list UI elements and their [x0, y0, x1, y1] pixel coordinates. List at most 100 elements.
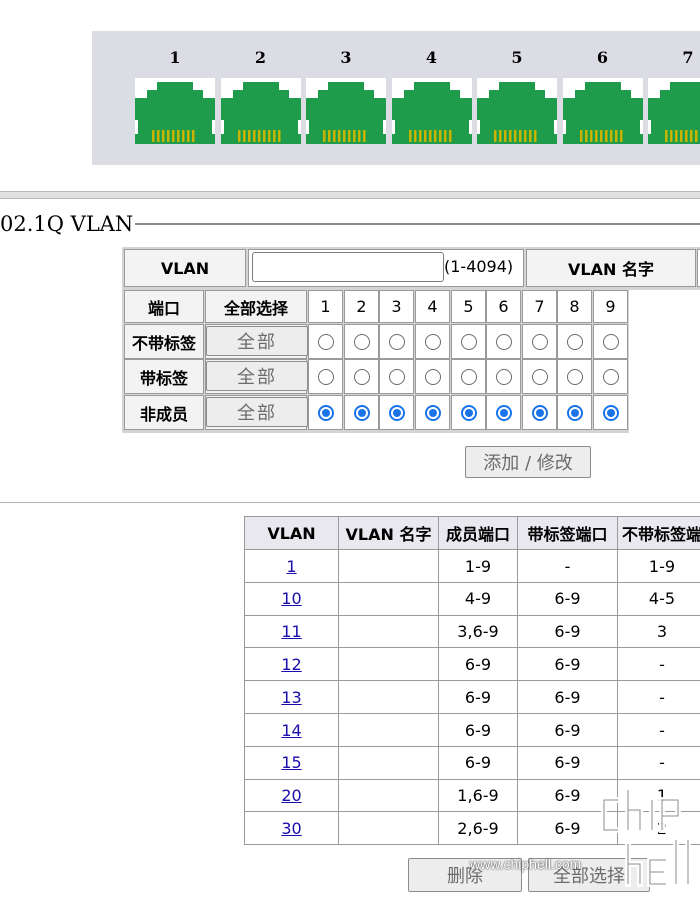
vlan-list-column-header: VLAN	[244, 516, 339, 550]
vlan-id-link[interactable]: 10	[281, 589, 301, 608]
vlan-members-value: 6-9	[464, 687, 492, 707]
vlan-id-link[interactable]: 14	[281, 721, 301, 740]
vlan-list-cell: 1	[244, 549, 339, 583]
radio-unselected[interactable]	[461, 334, 477, 350]
radio-unselected[interactable]	[425, 369, 441, 385]
radio-unselected[interactable]	[461, 369, 477, 385]
radio-unselected[interactable]	[567, 369, 583, 385]
add-modify-button[interactable]: 添加 / 修改	[465, 446, 591, 478]
vlan-list-cell: 14	[244, 713, 339, 747]
vlan-list-cell: 6-9	[517, 647, 618, 682]
select-all-row-button[interactable]: 全部	[206, 397, 308, 427]
port-number: 3	[340, 48, 352, 67]
radio-unselected[interactable]	[389, 369, 405, 385]
radio-selected[interactable]	[567, 405, 583, 421]
membership-label: 带标签	[124, 359, 204, 394]
vlan-tagged-value: 6-9	[554, 589, 581, 609]
vlan-list-cell: 1-9	[438, 549, 518, 583]
radio-selected[interactable]	[389, 405, 405, 421]
radio-unselected[interactable]	[318, 334, 334, 350]
vlan-list-cell: 6-9	[517, 614, 618, 649]
vlan-list-cell	[338, 549, 439, 583]
radio-unselected[interactable]	[496, 369, 512, 385]
vlan-id-link[interactable]: 11	[281, 622, 301, 641]
radio-selected[interactable]	[318, 405, 334, 421]
section-divider	[0, 502, 700, 503]
vlan-list-cell	[338, 745, 439, 780]
vlan-members-value: 6-9	[464, 654, 492, 674]
section-title: 02.1Q VLAN	[0, 209, 136, 239]
vlan-list-cell: 6-9	[438, 680, 518, 715]
vlan-range-hint: (1-4094)	[444, 257, 514, 276]
port-2: 2	[220, 31, 301, 165]
membership-label: 非成员	[124, 395, 204, 430]
vlan-list-column-header: 成员端口	[438, 516, 518, 550]
select-all-row-button[interactable]: 全部	[206, 361, 308, 391]
radio-unselected[interactable]	[603, 369, 619, 385]
vlan-id-link[interactable]: 20	[281, 786, 301, 805]
vlan-untagged-value: -	[659, 720, 665, 740]
ethernet-port-icon	[220, 78, 301, 148]
vlan-members-value: 6-9	[464, 720, 492, 740]
vlan-id-link[interactable]: 30	[281, 819, 301, 838]
radio-selected[interactable]	[354, 405, 370, 421]
vlan-list-cell: 6-9	[438, 713, 518, 747]
radio-selected[interactable]	[532, 405, 548, 421]
radio-unselected[interactable]	[425, 334, 441, 350]
vlan-list-cell	[338, 713, 439, 747]
vlan-tagged-value: 6-9	[554, 654, 581, 674]
radio-unselected[interactable]	[532, 369, 548, 385]
vlan-members-value: 1,6-9	[457, 786, 499, 806]
port-column-header: 1	[308, 290, 343, 323]
ethernet-port-icon	[648, 78, 700, 148]
vlan-list-cell: -	[517, 549, 618, 583]
radio-unselected[interactable]	[318, 369, 334, 385]
vlan-id-input[interactable]	[252, 252, 444, 282]
radio-selected[interactable]	[603, 405, 619, 421]
vlan-list-cell: 20	[244, 778, 339, 813]
chiphell-logo-watermark	[601, 787, 691, 887]
select-all-row-button[interactable]: 全部	[206, 326, 308, 356]
vlan-list-column-header: VLAN 名字	[338, 516, 439, 550]
port-column-header: 5	[451, 290, 486, 323]
vlan-list-cell: 6-9	[438, 745, 518, 780]
port-column-header: 4	[415, 290, 450, 323]
vlan-tagged-value: 6-9	[554, 753, 581, 773]
radio-unselected[interactable]	[354, 369, 370, 385]
vlan-list-cell: 12	[244, 647, 339, 682]
vlan-members-value: 2,6-9	[457, 818, 499, 838]
port-number: 6	[596, 48, 609, 67]
radio-selected[interactable]	[496, 405, 512, 421]
radio-selected[interactable]	[425, 405, 441, 421]
table-background-fill	[629, 290, 700, 433]
select-all-header: 全部选择	[205, 290, 307, 323]
port-column-header: 8	[557, 290, 592, 323]
radio-unselected[interactable]	[532, 334, 548, 350]
port-column-header: 7	[522, 290, 557, 323]
vlan-id-link[interactable]: 1	[286, 557, 296, 576]
vlan-label: VLAN	[124, 249, 246, 287]
radio-unselected[interactable]	[496, 334, 512, 350]
port-number: 5	[511, 48, 523, 67]
port-column-header: 9	[593, 290, 628, 323]
vlan-list-cell: 3,6-9	[438, 614, 518, 649]
vlan-list-cell	[338, 581, 439, 616]
vlan-list-column-header: 不带标签端	[617, 516, 700, 550]
radio-unselected[interactable]	[354, 334, 370, 350]
radio-unselected[interactable]	[567, 334, 583, 350]
radio-unselected[interactable]	[603, 334, 619, 350]
port-5: 5	[477, 31, 557, 165]
vlan-list-cell: 2,6-9	[438, 811, 518, 846]
vlan-list-cell	[338, 647, 439, 682]
vlan-list-cell: -	[617, 713, 700, 747]
port-column-header: 6	[486, 290, 521, 323]
radio-selected[interactable]	[461, 405, 477, 421]
port-4: 4	[391, 31, 472, 165]
vlan-id-link[interactable]: 15	[281, 753, 301, 772]
port-number: 7	[682, 48, 694, 67]
vlan-untagged-value: 3	[656, 622, 668, 642]
radio-unselected[interactable]	[389, 334, 405, 350]
vlan-id-link[interactable]: 13	[281, 688, 301, 707]
vlan-id-link[interactable]: 12	[281, 655, 301, 674]
vlan-list-cell: -	[617, 745, 700, 780]
